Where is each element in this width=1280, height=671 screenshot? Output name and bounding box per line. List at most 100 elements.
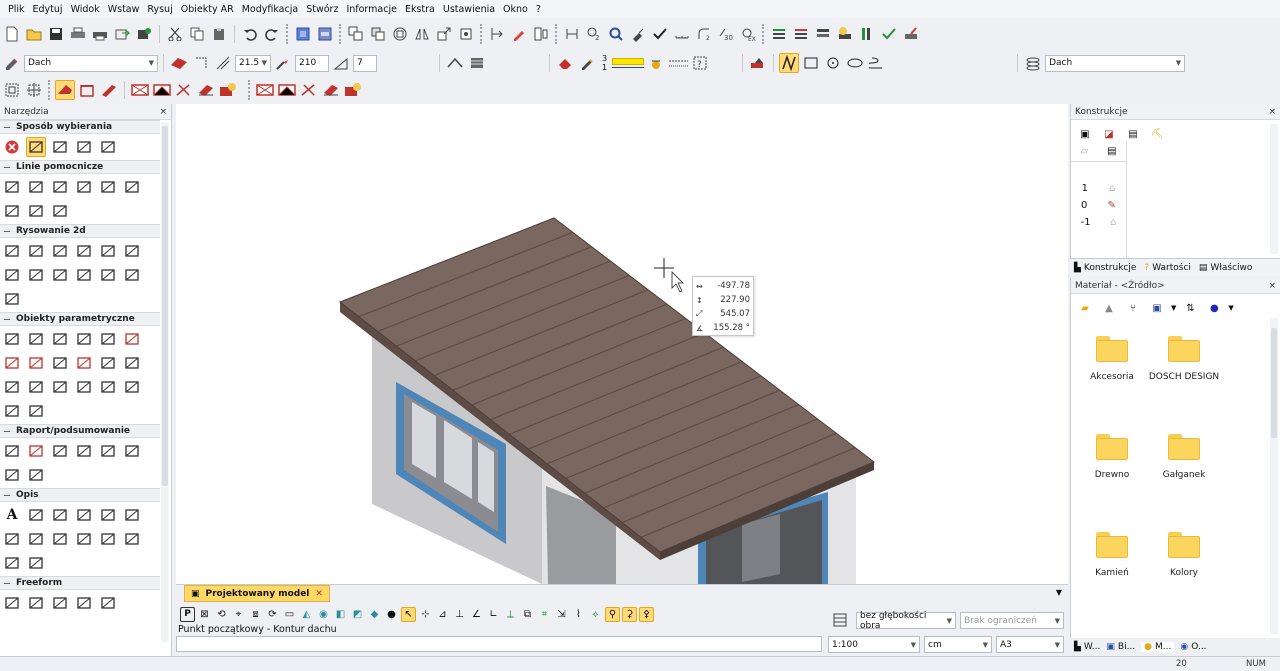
unit-combo[interactable]: cm ▼ (924, 636, 992, 653)
snap-m-icon[interactable]: ⊹ (418, 607, 433, 622)
chevron-down-icon[interactable]: ▼ (1056, 588, 1062, 597)
snap-j-icon[interactable]: ◩ (350, 607, 365, 622)
beam-icon[interactable] (50, 329, 70, 349)
snap-u-icon[interactable]: ⇲ (554, 607, 569, 622)
layer-red-icon[interactable] (791, 24, 811, 44)
ring-icon[interactable] (122, 241, 142, 261)
dimension-icon[interactable] (2, 401, 22, 421)
level-mark-icon[interactable] (26, 529, 46, 549)
pick-icon[interactable] (628, 24, 648, 44)
line-style-icon[interactable] (668, 53, 689, 73)
polyline-mode-icon[interactable] (779, 53, 800, 73)
auto-label-icon[interactable] (50, 505, 70, 525)
floor-b-icon[interactable]: ◪ (1099, 124, 1119, 144)
skylight-icon[interactable] (130, 80, 150, 100)
thickness-icon[interactable] (213, 53, 233, 73)
roof-cut-icon[interactable] (174, 80, 194, 100)
offset-icon[interactable]: 2 (694, 24, 714, 44)
zoom-search-icon[interactable] (606, 24, 626, 44)
menu-edytuj[interactable]: Edytuj (29, 4, 67, 15)
report-red-icon[interactable] (26, 441, 46, 461)
pipe-icon[interactable] (98, 353, 118, 373)
angle-arc-icon[interactable] (98, 529, 118, 549)
triangle-icon[interactable] (98, 265, 118, 285)
check-icon[interactable] (650, 24, 670, 44)
floor-plan-icon[interactable] (98, 441, 118, 461)
paper-combo[interactable]: A3 ▼ (996, 636, 1064, 653)
level-row[interactable]: 1 ⌂ (1071, 180, 1126, 197)
arc-segment-icon[interactable] (26, 265, 46, 285)
arc-rotate-icon[interactable] (50, 265, 70, 285)
roof-warning-icon[interactable] (218, 80, 238, 100)
tree-icon[interactable]: ⑂ (1123, 298, 1143, 318)
snap-grid-icon[interactable] (2, 80, 22, 100)
window-icon[interactable] (2, 353, 22, 373)
section-header[interactable]: Raport/podsumowanie (0, 424, 160, 438)
list-report-icon[interactable] (122, 441, 142, 461)
sort-icon[interactable]: ⇅ (1180, 298, 1200, 318)
rectangle-mode-icon[interactable] (801, 53, 821, 73)
snap-f-icon[interactable]: ▭ (282, 607, 297, 622)
panel-icon[interactable] (122, 353, 142, 373)
rectangle-select-icon[interactable] (74, 137, 94, 157)
circle-mode-icon[interactable] (823, 53, 843, 73)
snap-n-icon[interactable]: ⊿ (435, 607, 450, 622)
rectangle-icon[interactable] (50, 241, 70, 261)
grid-icon[interactable] (2, 377, 22, 397)
nah-label-icon[interactable] (74, 505, 94, 525)
section-mark-icon[interactable] (2, 553, 22, 573)
layer-switch-icon[interactable] (748, 53, 768, 73)
snap-h-icon[interactable]: ◉ (316, 607, 331, 622)
roof-box-icon[interactable] (77, 80, 97, 100)
depth-combo[interactable]: bez głębokości obra ▼ (856, 611, 956, 631)
folder-item[interactable]: Drewno (1073, 434, 1151, 480)
section-header[interactable]: Freeform (0, 576, 160, 590)
tools-scrollbar[interactable] (161, 122, 169, 642)
snap-e-icon[interactable]: ⟳ (265, 607, 280, 622)
triangle-angle-icon[interactable] (331, 53, 351, 73)
ff-plane-icon[interactable] (2, 593, 22, 613)
layer-pen-icon[interactable] (901, 24, 921, 44)
open-folder-icon[interactable] (24, 24, 44, 44)
paste-icon[interactable] (209, 24, 229, 44)
tab-o[interactable]: ◉ O... (1180, 642, 1206, 652)
ff-box-icon[interactable] (26, 593, 46, 613)
thickness-combo[interactable]: 21.5 ▼ (235, 54, 271, 72)
ff-cylinder-icon[interactable] (50, 593, 70, 613)
copy-objects-icon[interactable] (346, 24, 366, 44)
layer-question-icon[interactable] (835, 24, 855, 44)
angle-line-icon[interactable] (26, 177, 46, 197)
tab-projektowany-model[interactable]: ▣ Projektowany model ✕ (184, 585, 330, 602)
snap-r-icon[interactable]: ⟂ (503, 607, 518, 622)
trim-icon[interactable] (487, 24, 507, 44)
level-row[interactable]: -1 ⌂ (1071, 214, 1126, 231)
section-header[interactable]: Linie pomocnicze (0, 160, 160, 174)
hatched-line-icon[interactable] (74, 177, 94, 197)
arrow-left-icon[interactable] (26, 553, 46, 573)
roof-shape-icon[interactable] (445, 53, 465, 73)
ff-extrude-icon[interactable] (98, 593, 118, 613)
snap-g-icon[interactable]: ◭ (299, 607, 314, 622)
snap-p-icon[interactable]: ∠ (469, 607, 484, 622)
frame-icon[interactable] (26, 377, 46, 397)
opening-icon[interactable] (50, 353, 70, 373)
report-export-icon[interactable] (26, 465, 46, 485)
scale-combo[interactable]: 1:100 ▼ (828, 636, 920, 653)
roof-icon[interactable] (122, 329, 142, 349)
measure-distance-icon[interactable] (562, 24, 582, 44)
arrow-curve-icon[interactable] (122, 505, 142, 525)
model-viewport[interactable]: ↔ -497.78 ↕ 227.90 ⤢ 545.07 ∡ 155.28 ° (176, 104, 1068, 584)
depth-icon[interactable] (830, 610, 850, 630)
pencil-red-icon[interactable] (509, 24, 529, 44)
pen-color-icon[interactable] (577, 53, 597, 73)
box-icon[interactable] (50, 377, 70, 397)
stack-icon[interactable]: ▤ (1107, 146, 1116, 157)
snap-i-icon[interactable]: ◧ (333, 607, 348, 622)
view-mode-icon[interactable]: ▣ (1147, 298, 1167, 318)
area-icon[interactable] (98, 377, 118, 397)
snap-q-icon[interactable]: ∟ (486, 607, 501, 622)
circle-point-icon[interactable] (2, 201, 22, 221)
folder-item[interactable]: Kamień (1073, 532, 1151, 578)
color-dot-icon[interactable]: ● (1204, 298, 1224, 318)
layer-check-icon[interactable] (879, 24, 899, 44)
